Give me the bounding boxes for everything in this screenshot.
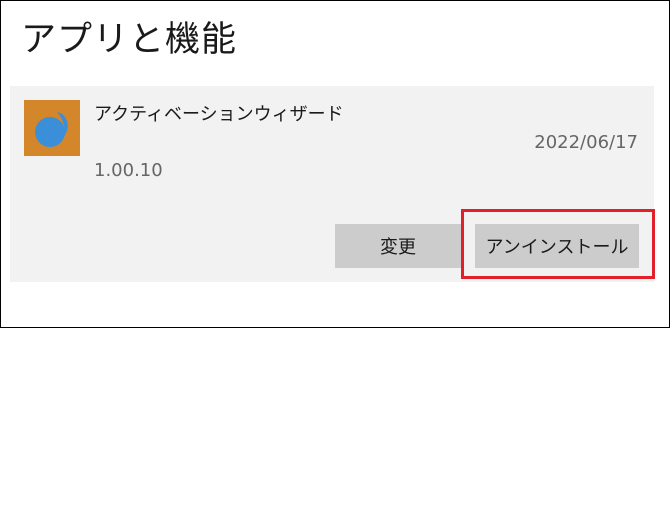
settings-window: アプリと機能 アクティベーションウィザード 2022/06/17 1.00.10…	[0, 0, 670, 328]
app-logo-icon	[24, 100, 80, 156]
app-list-item[interactable]: アクティベーションウィザード 2022/06/17 1.00.10 変更 アンイ…	[10, 86, 654, 282]
app-name: アクティベーションウィザード	[94, 104, 344, 125]
app-install-date: 2022/06/17	[534, 132, 638, 153]
app-version: 1.00.10	[94, 160, 163, 181]
app-logo-graphic	[35, 112, 68, 147]
page-title: アプリと機能	[21, 20, 238, 60]
modify-button[interactable]: 変更	[335, 224, 461, 268]
uninstall-button[interactable]: アンインストール	[475, 224, 639, 268]
